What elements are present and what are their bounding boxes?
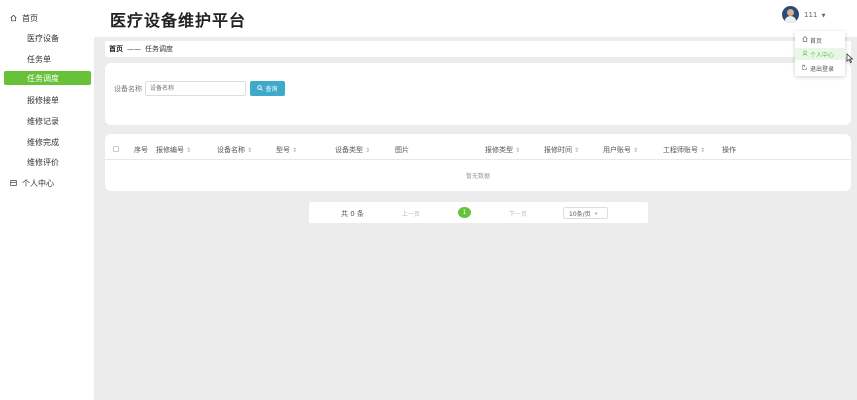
dropdown-item-label: 退出登录 <box>810 65 835 73</box>
grid-icon <box>15 75 22 82</box>
sidebar-item-label: 任务单 <box>27 54 51 64</box>
breadcrumb-home[interactable]: 首页 <box>109 44 123 54</box>
page-number-button[interactable]: 1 <box>458 207 471 218</box>
device-name-input[interactable] <box>145 81 246 96</box>
dropdown-item-home[interactable]: 首页 <box>795 34 845 46</box>
sort-icon: ⇕ <box>574 147 580 154</box>
user-dropdown-menu: 首页 个人中心 退出登录 <box>795 31 845 76</box>
grid-icon <box>15 139 22 146</box>
dropdown-item-label: 个人中心 <box>810 51 835 59</box>
sidebar-item-repair-complete[interactable]: 维修完成 <box>4 135 92 149</box>
sidebar-item-label: 维修评价 <box>27 157 59 167</box>
header: 医疗设备维护平台 111 ▼ <box>94 0 857 37</box>
breadcrumb-current: 任务调度 <box>145 45 173 53</box>
sort-icon: ⇕ <box>700 147 706 154</box>
sidebar-item-repair-evaluation[interactable]: 维修评价 <box>4 155 92 169</box>
mouse-cursor-icon <box>846 53 854 65</box>
search-icon <box>257 84 264 93</box>
column-header[interactable]: 报修类型 ⇕ <box>485 145 520 155</box>
logout-icon <box>801 64 808 72</box>
column-header: 操作 <box>722 145 736 155</box>
column-header-label: 序号 <box>134 146 148 154</box>
sidebar-item-repair-records[interactable]: 维修记录 <box>4 114 92 128</box>
sidebar: 首页 医疗设备 任务单 任务调度 报修接单 维修记录 维修完成 维修评价 个人中… <box>0 0 94 400</box>
grid-icon <box>15 159 22 166</box>
column-header: 序号 <box>134 145 148 155</box>
user-name: 111 <box>804 11 818 19</box>
grid-icon <box>15 97 22 104</box>
sidebar-item-label: 个人中心 <box>22 178 54 188</box>
search-label: 设备名称 <box>114 85 142 93</box>
sidebar-item-repair-accept[interactable]: 报修接单 <box>4 93 92 107</box>
sort-icon: ⇕ <box>186 147 192 154</box>
grid-icon <box>15 56 22 63</box>
chevron-down-icon: ▼ <box>594 210 598 216</box>
column-header: 图片 <box>395 145 409 155</box>
grid-icon <box>15 118 22 125</box>
column-header-label: 操作 <box>722 146 736 154</box>
search-button-label: 查询 <box>265 87 278 93</box>
user-avatar[interactable] <box>782 6 799 23</box>
sidebar-item-label: 任务调度 <box>27 73 59 83</box>
user-icon <box>802 50 808 58</box>
app-title: 医疗设备维护平台 <box>110 11 247 30</box>
sidebar-item-medical-devices[interactable]: 医疗设备 <box>4 31 92 45</box>
breadcrumb-separator: —— <box>127 45 141 53</box>
sidebar-item-label: 首页 <box>22 13 38 23</box>
column-header-label: 图片 <box>395 146 409 154</box>
home-icon <box>10 14 17 22</box>
column-header[interactable]: 设备类型 ⇕ <box>335 145 370 155</box>
column-header-label: 型号 <box>276 146 290 154</box>
chevron-down-icon: ▼ <box>821 13 826 19</box>
column-header[interactable]: 报修编号 ⇕ <box>156 145 191 155</box>
user-menu-trigger[interactable]: 111 ▼ <box>804 11 825 19</box>
search-button[interactable]: 查询 <box>250 81 285 96</box>
column-header[interactable]: 用户账号 ⇕ <box>603 145 638 155</box>
column-header-label: 报修编号 <box>156 146 184 154</box>
page-size-select[interactable]: 10条/页 ▼ <box>563 207 608 219</box>
column-header-label: 报修类型 <box>485 146 513 154</box>
breadcrumb: 首页 —— 任务调度 <box>105 41 851 57</box>
sidebar-item-task-dispatch[interactable]: 任务调度 <box>4 71 91 85</box>
document-icon <box>10 180 17 187</box>
sidebar-item-label: 医疗设备 <box>27 33 59 43</box>
pagination-total: 共 0 条 <box>341 210 364 218</box>
column-header-label: 设备名称 <box>217 146 245 154</box>
main-area: 医疗设备维护平台 111 ▼ 首页 —— 任务调度 设备名称 查询 序号 报修编… <box>94 0 857 400</box>
sort-icon: ⇕ <box>633 147 639 154</box>
table-divider <box>105 159 851 160</box>
dropdown-item-label: 首页 <box>810 37 823 45</box>
column-header-label: 工程师账号 <box>663 146 698 154</box>
dropdown-item-personal-center[interactable]: 个人中心 <box>795 48 845 60</box>
column-header-label: 报修时间 <box>544 146 572 154</box>
sidebar-item-task-orders[interactable]: 任务单 <box>4 52 92 66</box>
sort-icon: ⇕ <box>365 147 371 154</box>
column-header[interactable]: 设备名称 ⇕ <box>217 145 252 155</box>
column-header[interactable]: 型号 ⇕ <box>276 145 297 155</box>
sidebar-item-personal-center[interactable]: 个人中心 <box>0 176 88 190</box>
search-panel: 设备名称 查询 <box>105 63 851 125</box>
pagination: 共 0 条 上一页 1 下一页 10条/页 ▼ <box>309 202 648 223</box>
column-header-label: 用户账号 <box>603 146 631 154</box>
sidebar-item-home[interactable]: 首页 <box>0 11 88 25</box>
data-table: 序号 报修编号 ⇕ 设备名称 ⇕ 型号 ⇕ 设备类型 ⇕ 图片 报修类型 ⇕ 报修时间 ⇕ … <box>105 134 851 191</box>
home-icon <box>802 36 808 44</box>
grid-icon <box>15 35 22 42</box>
sort-icon: ⇕ <box>247 147 253 154</box>
sidebar-item-label: 报修接单 <box>27 95 59 105</box>
dropdown-item-logout[interactable]: 退出登录 <box>795 62 845 74</box>
column-header[interactable]: 报修时间 ⇕ <box>544 145 579 155</box>
next-page-button[interactable]: 下一页 <box>509 209 527 218</box>
empty-state-text: 暂无数据 <box>465 173 490 180</box>
sort-icon: ⇕ <box>292 147 298 154</box>
prev-page-button[interactable]: 上一页 <box>402 209 420 218</box>
sidebar-item-label: 维修完成 <box>27 137 59 147</box>
column-header-label: 设备类型 <box>335 146 363 154</box>
sort-icon: ⇕ <box>515 147 521 154</box>
select-all-checkbox[interactable] <box>113 146 119 152</box>
column-header[interactable]: 工程师账号 ⇕ <box>663 145 705 155</box>
page-size-value: 10条/页 <box>569 210 591 218</box>
sidebar-item-label: 维修记录 <box>27 116 59 126</box>
